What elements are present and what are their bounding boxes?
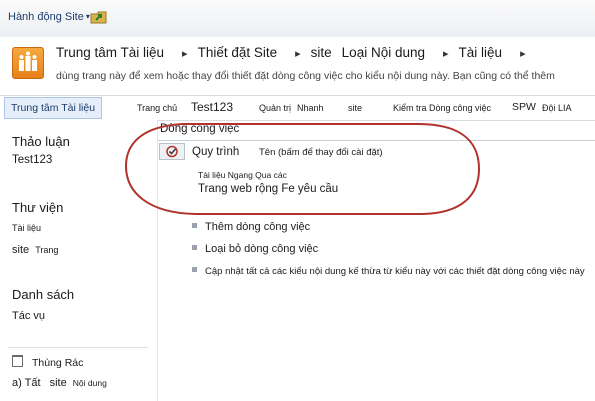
tab-spw[interactable]: SPW: [512, 101, 536, 113]
annotation-highlight-oval: [124, 123, 481, 215]
ql-item-site-pages-a: site: [12, 244, 30, 256]
folder-up-icon[interactable]: [90, 9, 108, 25]
tab-quick[interactable]: Nhanh: [297, 103, 324, 113]
recycle-bin-icon[interactable]: [12, 355, 23, 367]
bullet-icon: [192, 223, 197, 228]
ql-all-content-c: Nội dung: [72, 378, 107, 388]
update-inheriting-types-link[interactable]: Cập nhật tất cả các kiểu nội dung kế thừ…: [192, 266, 585, 277]
tab-admin[interactable]: Quản trị: [259, 103, 291, 113]
add-workflow-link[interactable]: Thêm dòng công việc: [192, 221, 310, 233]
bullet-icon: [192, 267, 197, 272]
ql-heading-discussions[interactable]: Thảo luận: [12, 134, 70, 149]
ql-item-recycle-bin[interactable]: Thùng Rác: [32, 357, 83, 369]
add-workflow-label: Thêm dòng công việc: [205, 221, 311, 233]
site-actions-label: Hành động Site: [8, 11, 84, 23]
site-logo-icon[interactable]: [12, 47, 44, 79]
breadcrumb-item-content-types[interactable]: Loại Nội dung: [342, 45, 425, 60]
breadcrumb-item-doc-center[interactable]: Trung tâm Tài liệu: [56, 45, 164, 60]
ql-heading-libraries[interactable]: Thư viện: [12, 200, 63, 215]
breadcrumb-separator-icon: ▸: [520, 48, 526, 60]
ql-item-documents[interactable]: Tài liệu: [12, 223, 41, 233]
breadcrumb-separator-icon: ▸: [182, 48, 188, 60]
ql-item-site-pages-b: Trang: [35, 245, 59, 255]
tab-site[interactable]: site: [348, 103, 362, 113]
ql-heading-lists[interactable]: Danh sách: [12, 287, 74, 302]
breadcrumb: Trung tâm Tài liệu ▸ Thiết đặt Site ▸ site Lo…: [56, 45, 536, 60]
ql-all-content-a: a) Tất: [12, 377, 41, 389]
ql-item-test123[interactable]: Test123: [12, 154, 52, 166]
ql-item-tasks[interactable]: Tác vụ: [12, 310, 45, 322]
update-inheriting-types-label: Cập nhật tất cả các kiểu nội dung kế thừ…: [205, 266, 585, 277]
tab-home[interactable]: Trang chủ: [137, 103, 177, 113]
site-actions-bar: Hành động Site ▾: [0, 0, 595, 38]
top-navigation: Trung tâm Tài liệu Trang chủ Test123 Quả…: [0, 95, 595, 121]
ql-all-content-b: site: [49, 377, 67, 389]
site-actions-menu[interactable]: Hành động Site ▾: [8, 11, 90, 23]
breadcrumb-separator-icon: ▸: [295, 48, 301, 60]
bullet-icon: [192, 245, 197, 250]
ql-item-all-site-content[interactable]: a) Tất site Nội dung: [12, 377, 107, 389]
breadcrumb-item-document[interactable]: Tài liệu: [459, 45, 503, 60]
page-header: Trung tâm Tài liệu ▸ Thiết đặt Site ▸ site Lo…: [0, 37, 595, 93]
ql-divider: [8, 347, 148, 348]
breadcrumb-item-site-settings[interactable]: Thiết đặt Site: [198, 45, 278, 60]
page-description: dùng trang này để xem hoặc thay đổi thiế…: [56, 70, 555, 82]
breadcrumb-separator-icon: ▸: [443, 48, 449, 60]
ql-item-site-pages[interactable]: site Trang: [12, 244, 58, 256]
remove-workflow-link[interactable]: Loại bỏ dòng công việc: [192, 243, 318, 255]
tab-document-center[interactable]: Trung tâm Tài liệu: [4, 97, 103, 119]
breadcrumb-item-site[interactable]: site: [311, 45, 332, 60]
tab-workflow-check[interactable]: Kiểm tra Dòng công việc: [393, 103, 491, 113]
remove-workflow-label: Loại bỏ dòng công việc: [205, 243, 319, 255]
tab-lia-team[interactable]: Đội LIA: [542, 103, 572, 113]
tab-test123[interactable]: Test123: [191, 100, 233, 114]
